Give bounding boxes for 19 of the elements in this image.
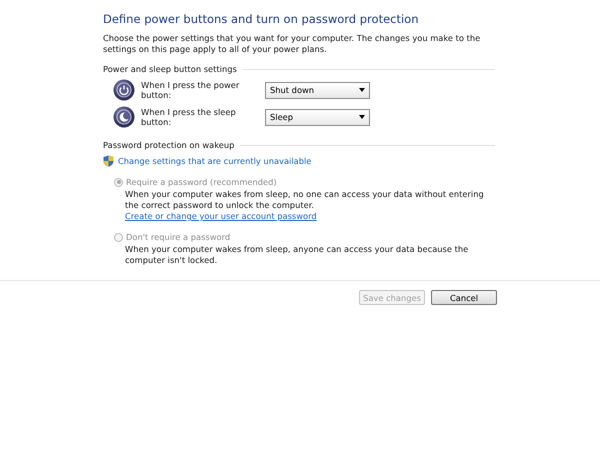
caret-icon xyxy=(359,88,365,92)
section-heading: Power and sleep button settings xyxy=(103,64,237,74)
moon-icon xyxy=(113,106,135,128)
action-dropdown[interactable]: Sleep xyxy=(265,108,370,126)
option-description: When your computer wakes from sleep, no one can access your data without entering the correct password to unlock the computer. Create or change your user account password xyxy=(125,189,485,222)
option-description: When your computer wakes from sleep, anyone can access your data because the computer isn't locked. xyxy=(125,244,470,266)
change-settings-link[interactable]: Change settings that are currently unavailable xyxy=(118,156,312,166)
section-heading: Password protection on wakeup xyxy=(103,140,234,150)
action-dropdown[interactable]: Shut down xyxy=(265,82,370,98)
shield-icon xyxy=(103,155,114,167)
caret-icon xyxy=(359,115,365,119)
page-title: Define power buttons and turn on password protection xyxy=(103,12,420,26)
cancel-button[interactable]: Cancel xyxy=(431,290,497,305)
setting-label: When I press the power button: xyxy=(141,80,240,100)
option-label: Don't require a password xyxy=(126,232,230,242)
option-label: Require a password (recommended) xyxy=(126,177,277,187)
intro-text: Choose the power settings that you want for your computer. The changes you make to the settings on this page apply to all of your power plans. xyxy=(103,33,482,55)
power-icon xyxy=(113,79,135,101)
setting-label: When I press the sleep button: xyxy=(141,107,237,127)
